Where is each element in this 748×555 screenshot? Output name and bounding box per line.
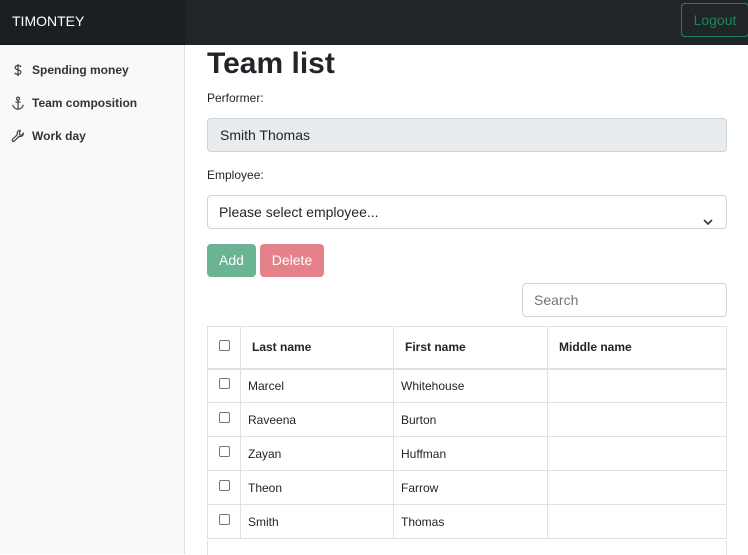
row-checkbox-cell [207, 368, 241, 403]
brand-logo[interactable]: TIMONTEY [0, 0, 185, 45]
performer-label: Performer: [207, 91, 264, 105]
sidebar-item-label: Spending money [32, 62, 129, 77]
table-row[interactable]: Marcel Whitehouse [207, 368, 727, 403]
table-row[interactable]: Smith Thomas [207, 504, 727, 539]
table-header-row: Last name First name Middle name [207, 326, 727, 370]
top-navbar: TIMONTEY Logout [0, 0, 748, 45]
column-header-middle-name[interactable]: Middle name [547, 326, 727, 370]
wrench-icon [11, 129, 25, 143]
logout-button[interactable]: Logout [681, 3, 748, 37]
table-row[interactable]: Zayan Huffman [207, 436, 727, 471]
action-buttons: Add Delete [207, 244, 727, 277]
sidebar-item-label: Team composition [32, 95, 138, 110]
table-row[interactable]: Raveena Burton [207, 402, 727, 437]
row-checkbox[interactable] [218, 411, 230, 423]
row-checkbox[interactable] [218, 378, 230, 390]
team-table: Last name First name Middle name Marcel … [207, 326, 727, 539]
cell-middle-name [547, 436, 727, 471]
cell-last-name: Smith [240, 504, 394, 539]
row-checkbox[interactable] [218, 479, 230, 491]
cell-last-name: Zayan [240, 436, 394, 471]
cell-first-name: Farrow [393, 470, 548, 505]
column-header-first-name[interactable]: First name [393, 326, 548, 370]
sidebar-item-work-day[interactable]: Work day [0, 119, 184, 152]
cell-middle-name [547, 368, 727, 403]
row-checkbox[interactable] [218, 445, 230, 457]
cell-last-name: Marcel [240, 368, 394, 403]
row-checkbox-cell [207, 470, 241, 505]
employee-label: Employee: [207, 168, 264, 182]
table-row[interactable]: Theon Farrow [207, 470, 727, 505]
page-title: Team list [207, 47, 335, 80]
search-input[interactable]: Search [522, 283, 727, 317]
performer-field: Smith Thomas [207, 118, 727, 152]
row-checkbox-cell [207, 504, 241, 539]
sidebar-item-spending-money[interactable]: Spending money [0, 53, 184, 86]
cell-first-name: Burton [393, 402, 548, 437]
sidebar-item-label: Work day [32, 128, 86, 143]
cell-first-name: Huffman [393, 436, 548, 471]
row-checkbox-cell [207, 402, 241, 437]
cell-first-name: Whitehouse [393, 368, 548, 403]
row-checkbox-cell [207, 436, 241, 471]
cell-first-name: Thomas [393, 504, 548, 539]
employee-select[interactable]: Please select employee... [207, 195, 727, 229]
dollar-icon [11, 63, 25, 77]
cell-last-name: Theon [240, 470, 394, 505]
cell-middle-name [547, 504, 727, 539]
cell-middle-name [547, 402, 727, 437]
chevron-down-icon [702, 207, 714, 226]
select-all-checkbox[interactable] [218, 339, 230, 351]
delete-button[interactable]: Delete [260, 244, 324, 277]
sidebar: Spending money Team composition Work day [0, 45, 185, 554]
cell-last-name: Raveena [240, 402, 394, 437]
table-footer-edge [207, 541, 727, 555]
add-button[interactable]: Add [207, 244, 256, 277]
sidebar-item-team-composition[interactable]: Team composition [0, 86, 184, 119]
column-header-last-name[interactable]: Last name [240, 326, 394, 370]
select-all-cell [207, 326, 241, 370]
employee-select-value: Please select employee... [219, 204, 379, 220]
main-content: Team list Performer: Smith Thomas Employ… [207, 45, 727, 555]
cell-middle-name [547, 470, 727, 505]
anchor-icon [11, 96, 25, 110]
row-checkbox[interactable] [218, 513, 230, 525]
